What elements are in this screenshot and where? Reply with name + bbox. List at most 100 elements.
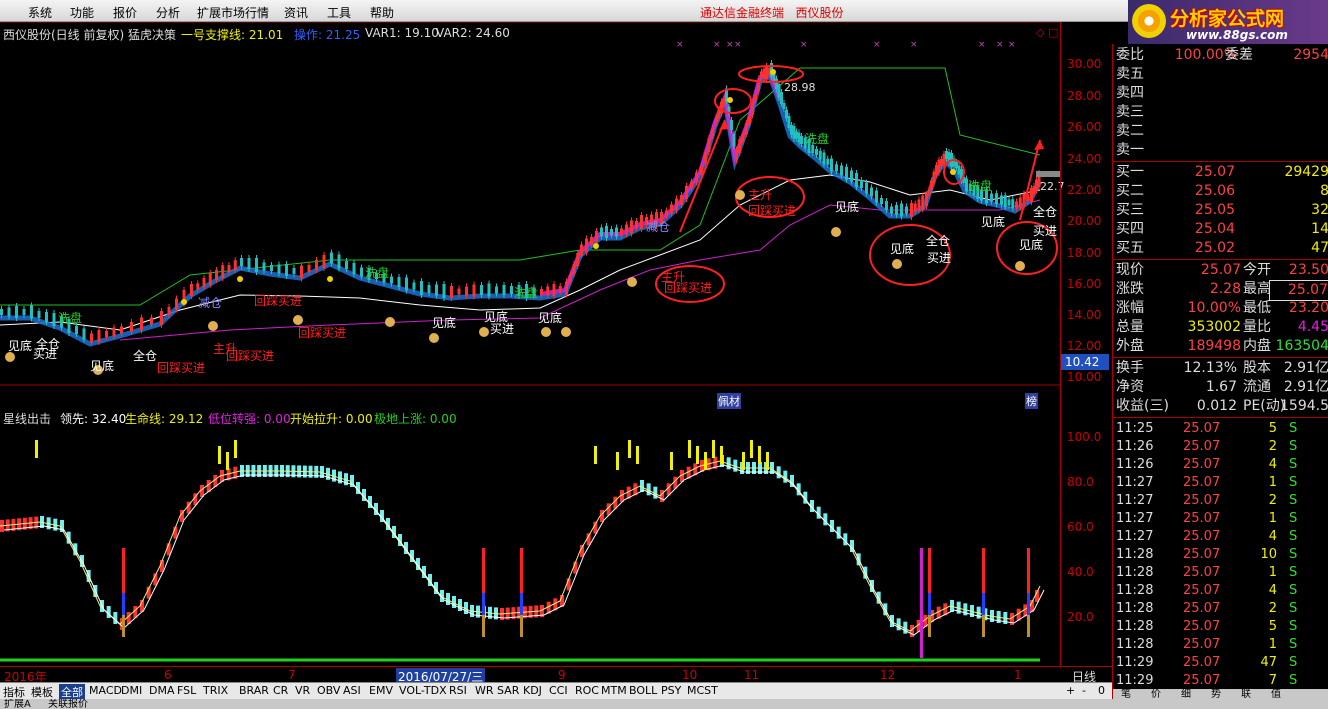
signal-red xyxy=(982,548,985,593)
date-axis: 2016年 6 7 2016/07/27/三 9 10 11 12 1 日线 xyxy=(0,666,1112,685)
menu-info[interactable]: 资讯 xyxy=(284,4,308,21)
stat-value-2: 25.07 xyxy=(1269,280,1328,301)
indicator-tab[interactable]: BOLL xyxy=(629,684,657,697)
event-marker[interactable]: 榜 xyxy=(1025,393,1038,409)
kline-chart[interactable]: × × × × × × × × × × xyxy=(0,22,1112,666)
menu-tools[interactable]: 工具 xyxy=(327,4,351,21)
support-label: 一号支撑线: 21.01 xyxy=(181,28,284,42)
quote-footer-tab[interactable]: 势 xyxy=(1211,689,1221,699)
brand-name: 分析家公式网 xyxy=(1170,8,1285,30)
indicator-tab[interactable]: CR xyxy=(273,684,288,697)
annotation-xipan: 洗盘 xyxy=(805,132,830,146)
indicator-tab[interactable]: WR xyxy=(475,684,494,697)
buy-level-row: 买五 25.02 47 xyxy=(1113,239,1328,258)
indicator-tab[interactable]: BRAR xyxy=(239,684,269,697)
chart-area[interactable]: × × × × × × × × × × 西仪股份(日线 前复权) 猛虎决策 一号支撑线: 21.0… xyxy=(0,22,1112,666)
indicator-tab[interactable]: DMA xyxy=(149,684,175,697)
tick-row: 11:28 25.07 5 S xyxy=(1113,618,1328,636)
quote-footer-tab[interactable]: 价 xyxy=(1151,689,1161,699)
menu-analysis[interactable]: 分析 xyxy=(156,4,180,21)
indicator-tab[interactable]: PSY xyxy=(661,684,681,697)
indicator-tab[interactable]: TRIX xyxy=(203,684,228,697)
indicator-tab[interactable]: 指标 xyxy=(3,684,25,700)
zoom-control[interactable]: + xyxy=(1066,684,1075,697)
window-controls[interactable]: ◇ □ xyxy=(1036,26,1058,39)
annotation-quancang: 全仓 xyxy=(133,349,158,363)
indicator-tab[interactable]: RSI xyxy=(449,684,467,697)
indicator-tab[interactable]: MCST xyxy=(687,684,718,697)
signal-gold xyxy=(1027,615,1030,637)
indicator-tab[interactable]: 全部 xyxy=(59,684,85,700)
var2-label: VAR2: 24.60 xyxy=(436,26,510,40)
annotation-jiandi: 见底 xyxy=(981,215,1006,229)
indicator-tab[interactable]: VR xyxy=(295,684,310,697)
status-ext[interactable]: 扩展A xyxy=(4,699,31,709)
annotation-jiandi: 见底 xyxy=(538,311,563,325)
highlight-circle xyxy=(714,88,752,114)
status-related[interactable]: 关联报价 xyxy=(48,699,88,709)
annotation-jiandi: 见底 xyxy=(432,316,457,330)
buy-level-volume: 14 xyxy=(1311,221,1328,237)
event-dot: × xyxy=(910,40,918,50)
buy-level-price: 25.02 xyxy=(1194,240,1235,256)
signal-red xyxy=(482,548,485,593)
menu-quote[interactable]: 报价 xyxy=(113,4,137,21)
price-tick: 24.00 xyxy=(1067,152,1102,166)
indicator-tab[interactable]: OBV xyxy=(317,684,340,697)
date-label: 12 xyxy=(880,668,896,682)
runner-icon xyxy=(327,276,333,282)
runner-icon xyxy=(237,276,243,282)
price-tick: 30.00 xyxy=(1067,57,1102,71)
signal-bar xyxy=(758,446,761,464)
stat-value: 353002 xyxy=(1187,319,1241,335)
tick-side: S xyxy=(1289,439,1298,454)
money-bag-icon xyxy=(735,190,745,200)
stat-value: 189498 xyxy=(1187,338,1241,354)
sell-level-label: 卖四 xyxy=(1116,85,1144,101)
sell-level-label: 卖三 xyxy=(1116,104,1144,120)
indicator-tab[interactable]: KDJ xyxy=(523,684,542,697)
annotation-zhusheng: 主升 xyxy=(748,188,773,202)
date-label: 11 xyxy=(744,668,760,682)
menu-extended-market[interactable]: 扩展市场行情 xyxy=(197,4,269,21)
indicator-tab[interactable]: FSL xyxy=(177,684,196,697)
stat-value: 0.012 xyxy=(1196,398,1237,414)
buy-level-price: 25.05 xyxy=(1194,202,1235,218)
event-marker[interactable]: 佩材 xyxy=(717,393,741,409)
tick-volume: 1 xyxy=(1268,637,1277,652)
quote-footer-tab[interactable]: 笔 xyxy=(1121,689,1131,699)
quote-footer-tab[interactable]: 细 xyxy=(1181,689,1191,699)
signal-bar xyxy=(670,452,673,470)
indicator-tick: 60.0 xyxy=(1067,520,1094,534)
indicator-tab[interactable]: SAR xyxy=(497,684,519,697)
indicator-tab[interactable]: ROC xyxy=(575,684,599,697)
tick-price: 25.07 xyxy=(1183,547,1221,562)
zoom-control[interactable]: - xyxy=(1082,684,1086,697)
quote-footer-tab[interactable]: 值 xyxy=(1271,689,1281,699)
indicator-tab[interactable]: DMI xyxy=(121,684,142,697)
menu-help[interactable]: 帮助 xyxy=(370,4,394,21)
tick-side: S xyxy=(1289,475,1298,490)
menu-system[interactable]: 系统 xyxy=(28,4,52,21)
signal-bar xyxy=(628,440,631,458)
indicator-tab[interactable]: EMV xyxy=(369,684,393,697)
indicator-tab[interactable]: ASI xyxy=(343,684,361,697)
indicator-tab[interactable]: VOL-TDX xyxy=(399,684,447,697)
indicator-tab[interactable]: CCI xyxy=(549,684,568,697)
zoom-control[interactable]: 0 xyxy=(1098,684,1105,697)
tick-volume: 1 xyxy=(1268,511,1277,526)
quote-footer-tab[interactable]: 联 xyxy=(1241,689,1251,699)
stat-label-2: 量比 xyxy=(1243,319,1271,335)
menu-function[interactable]: 功能 xyxy=(70,4,94,21)
tick-volume: 5 xyxy=(1268,619,1277,634)
indicator-tab[interactable]: MTM xyxy=(601,684,627,697)
signal-gold xyxy=(928,615,931,637)
tick-row: 11:27 25.07 1 S xyxy=(1113,510,1328,528)
tick-price: 25.07 xyxy=(1183,619,1221,634)
signal-bar xyxy=(750,440,753,458)
indicator-tab[interactable]: MACD xyxy=(89,684,122,697)
date-label: 10 xyxy=(682,668,698,682)
indicator-tab[interactable]: 模板 xyxy=(31,684,53,700)
brand-url: www.88gs.com xyxy=(1186,28,1288,42)
order-ratio-row: 委比 100.00% 委差 2954 xyxy=(1113,46,1328,65)
